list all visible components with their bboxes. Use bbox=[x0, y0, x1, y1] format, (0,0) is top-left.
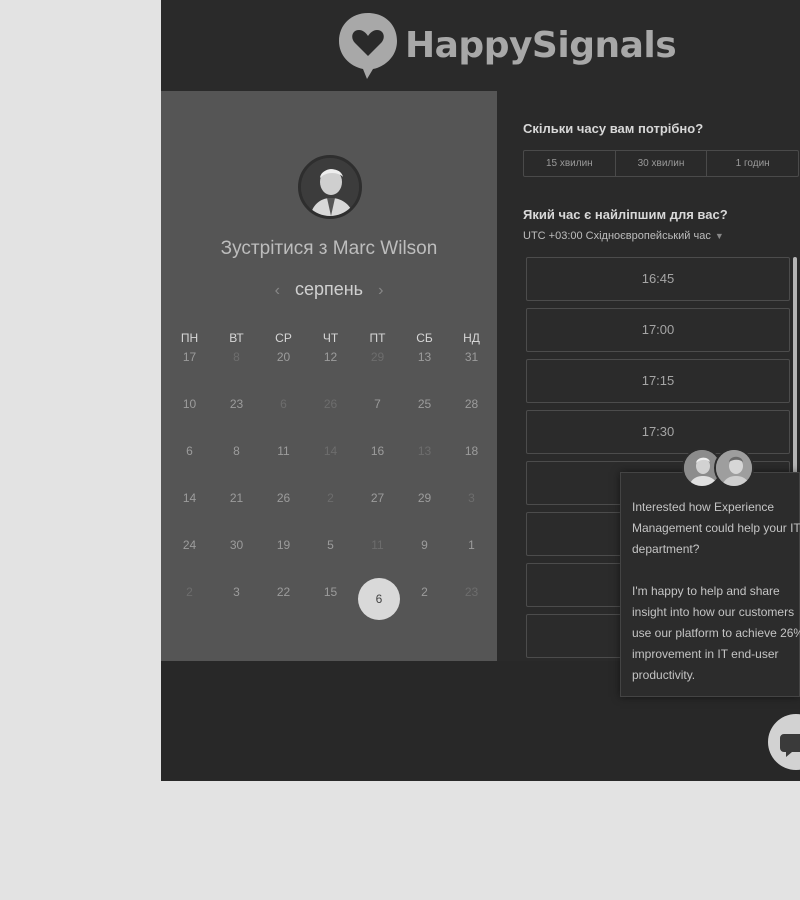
calendar-day[interactable]: 24 bbox=[166, 534, 213, 581]
calendar-day[interactable]: 1 bbox=[448, 534, 495, 581]
calendar-day[interactable]: 10 bbox=[166, 393, 213, 440]
chat-launcher-button[interactable] bbox=[768, 714, 800, 770]
calendar-day: 2 bbox=[186, 585, 193, 599]
calendar-day[interactable]: 12 bbox=[307, 346, 354, 393]
timezone-selector[interactable]: UTC +03:00 Східноєвропейський час ▼ bbox=[523, 230, 724, 242]
weekday-label: СР bbox=[275, 331, 292, 345]
calendar-day[interactable]: 19 bbox=[260, 534, 307, 581]
host-avatar bbox=[298, 155, 362, 219]
weekday-label: НД bbox=[463, 331, 480, 345]
person-icon bbox=[716, 450, 752, 486]
weekday-label: ЧТ bbox=[322, 331, 339, 345]
calendar-day: 14 bbox=[323, 444, 338, 458]
duration-option[interactable]: 30 хвилин bbox=[616, 151, 708, 176]
calendar-day: 29 bbox=[370, 350, 385, 364]
selected-calendar-day[interactable]: 6 bbox=[354, 578, 401, 628]
month-navigation: ‹ серпень › bbox=[161, 279, 497, 300]
calendar-day[interactable]: 14 bbox=[166, 487, 213, 534]
calendar-day[interactable]: 15 bbox=[307, 581, 354, 628]
weekday-label: ПН bbox=[180, 331, 199, 345]
calendar-panel: Зустрітися з Marc Wilson ‹ серпень › ПН … bbox=[161, 91, 497, 661]
calendar-day[interactable]: 31 bbox=[448, 346, 495, 393]
calendar-grid: 17 8 20 12 29 13 31 10 23 6 26 7 25 28 6… bbox=[166, 346, 496, 628]
calendar-day[interactable]: 2 bbox=[401, 581, 448, 628]
calendar-day[interactable]: 25 bbox=[401, 393, 448, 440]
duration-question: Скільки часу вам потрібно? bbox=[523, 121, 704, 136]
chat-popup[interactable]: Interested how Experience Management cou… bbox=[620, 472, 800, 697]
calendar-day: 11 bbox=[371, 538, 384, 552]
duration-option[interactable]: 15 хвилин bbox=[524, 151, 616, 176]
happysignals-logo[interactable]: HappySignals bbox=[337, 10, 677, 80]
calendar-day: 3 bbox=[468, 491, 475, 505]
time-slot[interactable]: 17:00 bbox=[526, 308, 790, 352]
calendar-day[interactable]: 28 bbox=[448, 393, 495, 440]
calendar-day[interactable]: 5 bbox=[307, 534, 354, 581]
time-slot[interactable]: 17:15 bbox=[526, 359, 790, 403]
next-month-button[interactable]: › bbox=[378, 282, 383, 299]
agent-avatar bbox=[714, 448, 754, 488]
calendar-day: 8 bbox=[233, 350, 240, 364]
duration-option[interactable]: 1 годин bbox=[707, 151, 798, 176]
time-slot[interactable]: 16:45 bbox=[526, 257, 790, 301]
brand-name: HappySignals bbox=[405, 24, 677, 66]
weekday-label: СБ bbox=[416, 331, 433, 345]
calendar-day: 23 bbox=[464, 585, 479, 599]
calendar-day[interactable]: 11 bbox=[260, 440, 307, 487]
calendar-day: 13 bbox=[417, 444, 432, 458]
time-question: Який час є найліпшим для вас? bbox=[523, 207, 728, 222]
chat-agent-avatars bbox=[682, 448, 756, 492]
person-icon bbox=[301, 158, 359, 216]
chevron-down-icon: ▼ bbox=[714, 231, 724, 241]
calendar-day[interactable]: 17 bbox=[166, 346, 213, 393]
calendar-day[interactable]: 29 bbox=[401, 487, 448, 534]
calendar-day[interactable]: 18 bbox=[448, 440, 495, 487]
calendar-day[interactable]: 9 bbox=[401, 534, 448, 581]
speech-heart-icon bbox=[339, 13, 397, 79]
calendar-day: 6 bbox=[280, 397, 287, 411]
calendar-day[interactable]: 23 bbox=[213, 393, 260, 440]
calendar-day[interactable]: 8 bbox=[213, 440, 260, 487]
prev-month-button[interactable]: ‹ bbox=[275, 282, 280, 299]
header: HappySignals bbox=[161, 0, 800, 91]
calendar-day[interactable]: 13 bbox=[401, 346, 448, 393]
chat-message: Interested how Experience Management cou… bbox=[632, 500, 800, 682]
calendar-day[interactable]: 16 bbox=[354, 440, 401, 487]
calendar-day[interactable]: 22 bbox=[260, 581, 307, 628]
calendar-day[interactable]: 30 bbox=[213, 534, 260, 581]
calendar-day[interactable]: 20 bbox=[260, 346, 307, 393]
timezone-label: UTC +03:00 Східноєвропейський час bbox=[523, 230, 711, 242]
calendar-day[interactable]: 6 bbox=[166, 440, 213, 487]
weekday-label: ПТ bbox=[369, 331, 386, 345]
calendar-day[interactable]: 7 bbox=[354, 393, 401, 440]
calendar-day[interactable]: 21 bbox=[213, 487, 260, 534]
calendar-day[interactable]: 27 bbox=[354, 487, 401, 534]
chat-bubble-icon bbox=[780, 734, 800, 757]
calendar-day: 26 bbox=[323, 397, 338, 411]
weekday-label: ВТ bbox=[229, 331, 244, 345]
calendar-day[interactable]: 26 bbox=[260, 487, 307, 534]
calendar-day: 2 bbox=[327, 491, 334, 505]
meeting-title: Зустрітися з Marc Wilson bbox=[220, 238, 438, 259]
weekday-header: ПН ВТ СР ЧТ ПТ СБ НД bbox=[166, 331, 496, 345]
calendar-day[interactable]: 3 bbox=[213, 581, 260, 628]
duration-selector: 15 хвилин 30 хвилин 1 годин bbox=[523, 150, 799, 177]
month-label: серпень bbox=[294, 279, 364, 299]
